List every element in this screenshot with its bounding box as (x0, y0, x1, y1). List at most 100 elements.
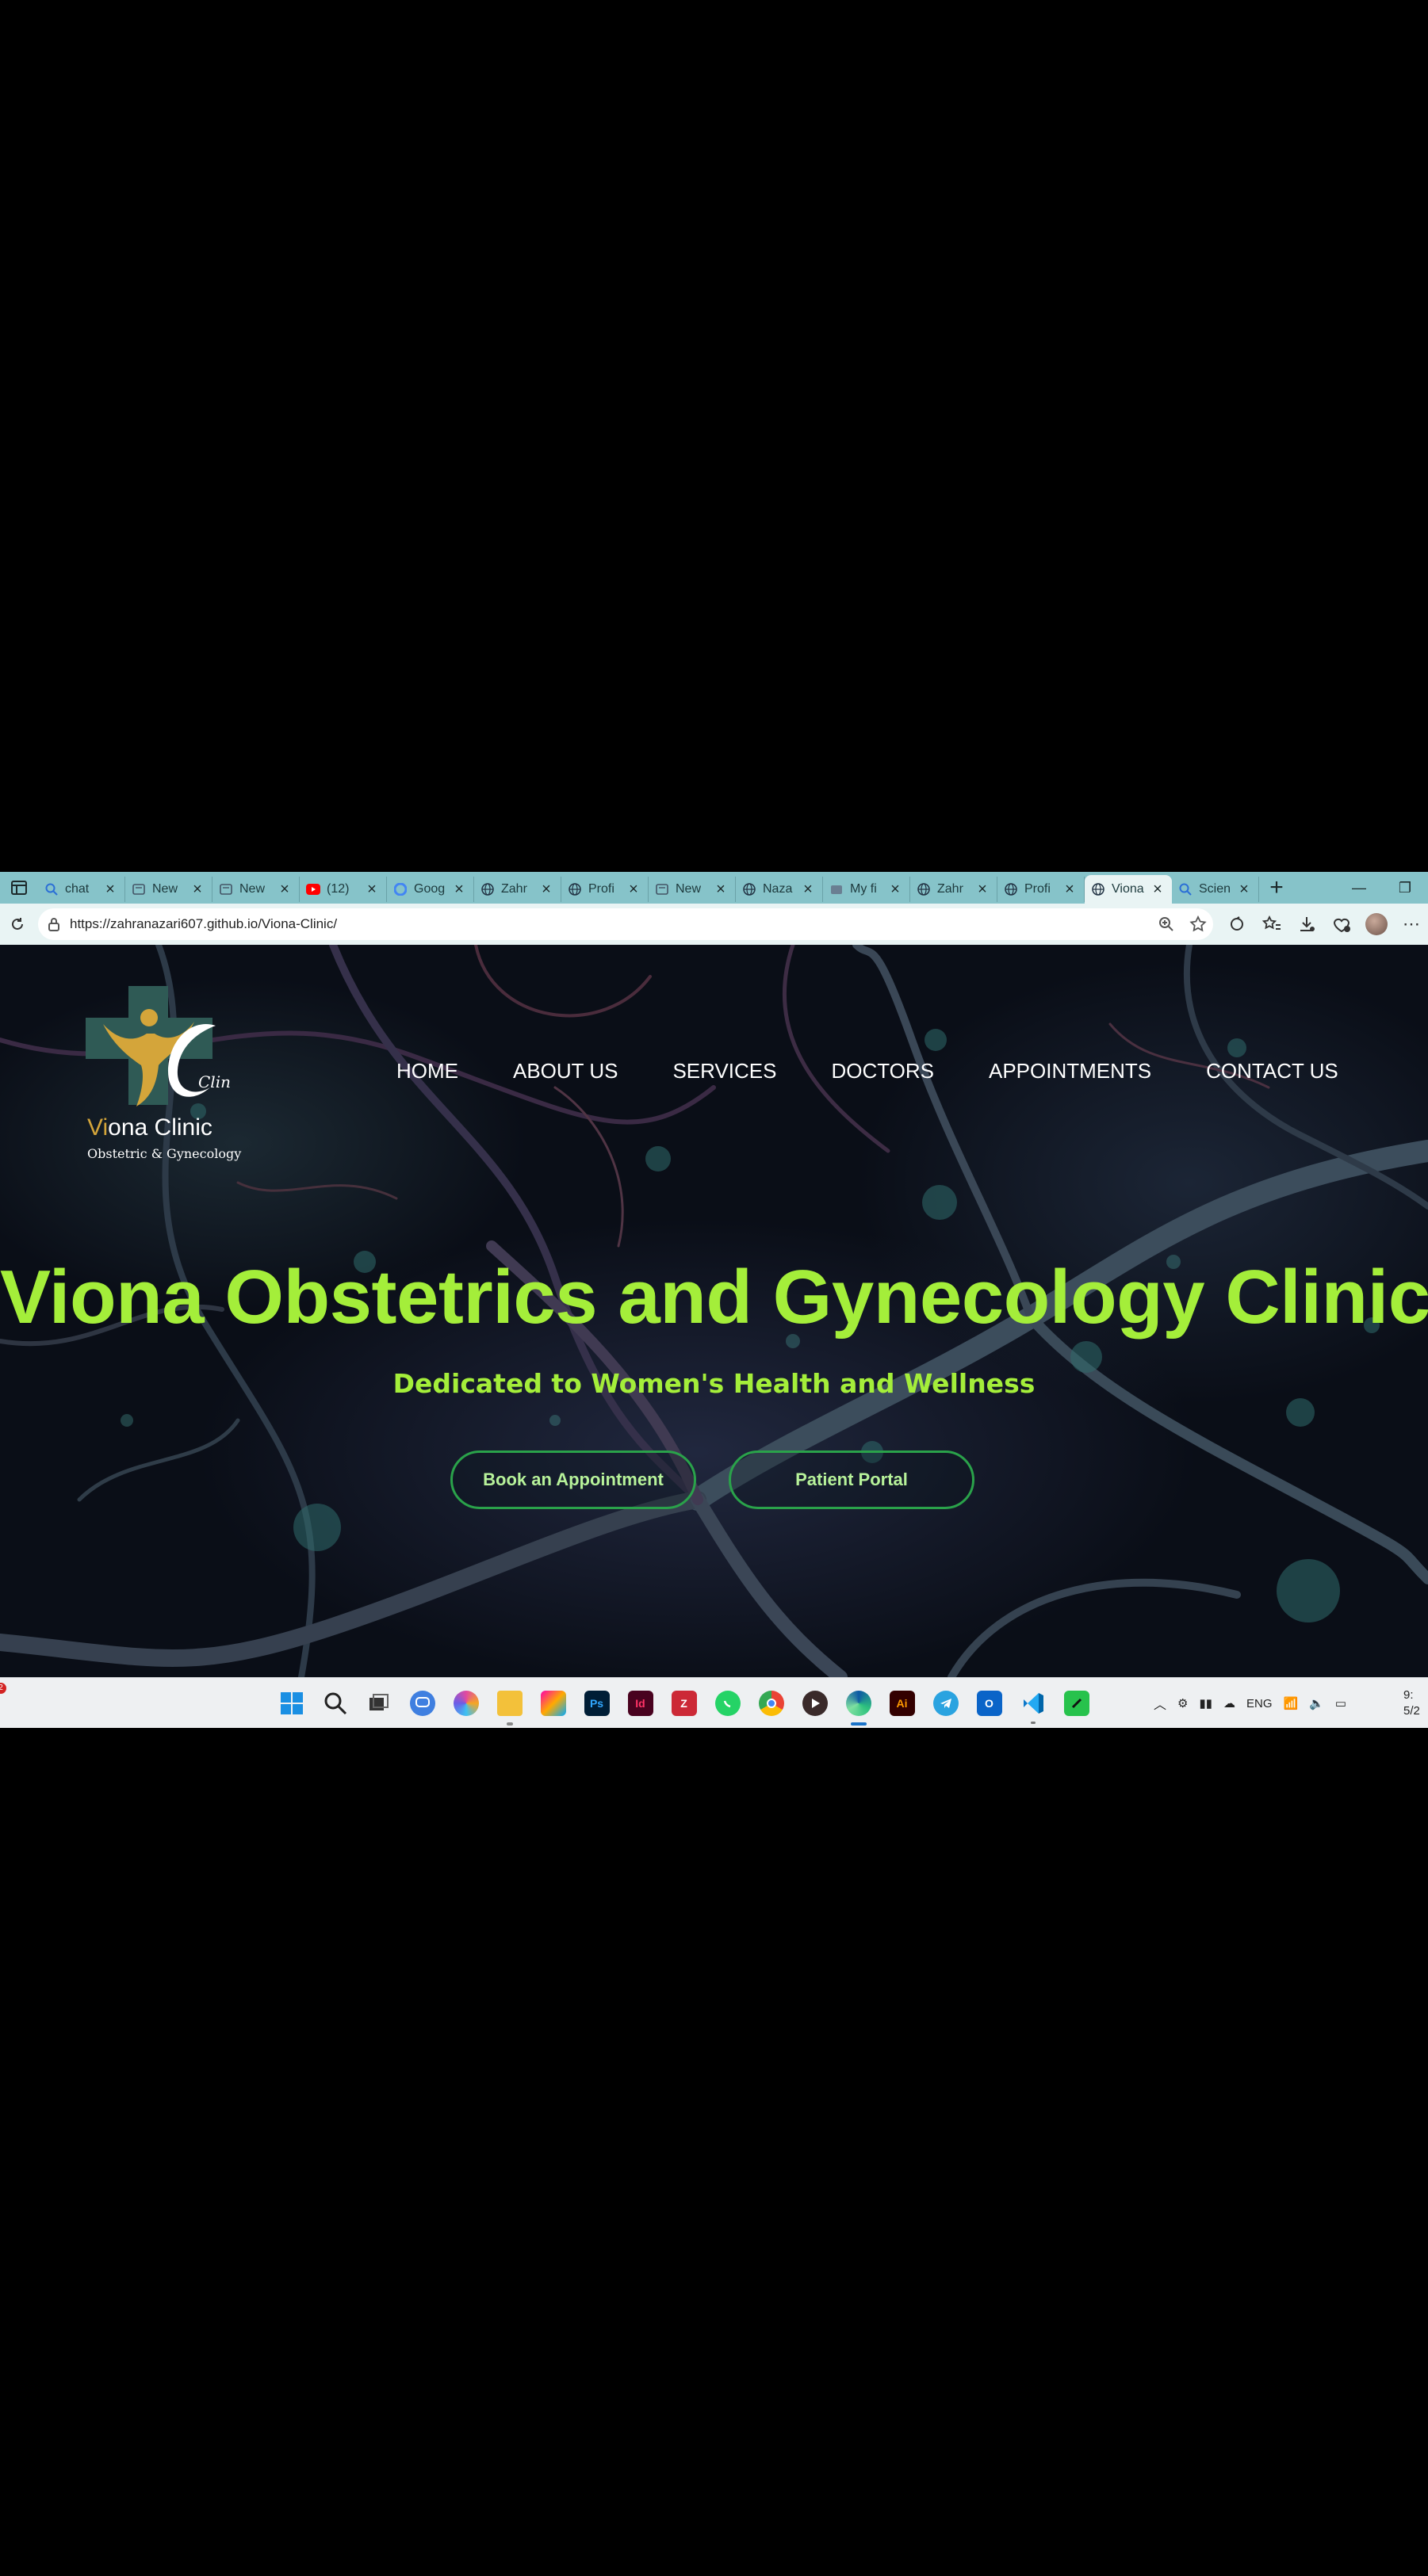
whatsapp-app[interactable] (706, 1678, 749, 1728)
close-tab-icon[interactable]: × (1150, 881, 1166, 899)
close-tab-icon[interactable]: × (800, 881, 816, 899)
audio-bars-icon[interactable]: ▮▮ (1199, 1696, 1212, 1710)
chevron-up-icon[interactable]: ︿ (1154, 1694, 1166, 1713)
task-view-button[interactable] (357, 1678, 400, 1728)
browser-tab[interactable]: Profi × (561, 877, 649, 902)
zotero-app[interactable]: Z (662, 1678, 706, 1728)
browser-tab[interactable]: Viona × (1085, 875, 1172, 904)
photoshop-icon: Ps (584, 1691, 610, 1716)
close-tab-icon[interactable]: × (974, 881, 990, 899)
close-tab-icon[interactable]: × (887, 881, 903, 899)
reload-icon (12, 918, 23, 930)
browser-tab[interactable]: Naza × (736, 877, 823, 902)
more-menu-button[interactable]: ⋯ (1399, 908, 1423, 940)
photos-app[interactable] (531, 1678, 575, 1728)
nav-contact-us[interactable]: CONTACT US (1206, 1059, 1338, 1084)
system-tray: ︿ ⚙ ▮▮ ☁ ENG 📶 🔈 ▭ (1154, 1678, 1346, 1728)
volume-icon[interactable]: 🔈 (1309, 1696, 1324, 1710)
battery-icon[interactable]: ▭ (1335, 1696, 1346, 1710)
chrome-app[interactable] (749, 1678, 793, 1728)
browser-tab[interactable]: My fi × (823, 877, 910, 902)
browser-tab[interactable]: Goog × (387, 877, 474, 902)
browser-toolbar: ⋯ (1225, 908, 1423, 940)
telegram-app[interactable] (924, 1678, 967, 1728)
green-app[interactable] (1055, 1678, 1098, 1728)
nav-home[interactable]: HOME (396, 1059, 458, 1084)
edge-app[interactable] (837, 1678, 880, 1728)
browser-tab[interactable]: Scien × (1172, 877, 1259, 902)
globe-icon (917, 882, 931, 896)
tab-actions-icon (11, 881, 27, 895)
page-icon (219, 882, 233, 896)
globe-icon (568, 882, 582, 896)
browser-tab[interactable]: New × (212, 877, 300, 902)
green-app-icon (1063, 1691, 1089, 1716)
close-tab-icon[interactable]: × (190, 881, 205, 899)
reload-button[interactable] (2, 908, 33, 940)
close-tab-icon[interactable]: × (1062, 881, 1078, 899)
book-appointment-button[interactable]: Book an Appointment (450, 1450, 696, 1509)
tab-title: Profi (588, 882, 614, 896)
close-tab-icon[interactable]: × (277, 881, 293, 899)
outlook-app[interactable]: O (967, 1678, 1011, 1728)
tab-title: (12) (327, 882, 350, 896)
zoom-icon[interactable] (1158, 915, 1175, 933)
close-tab-icon[interactable]: × (713, 881, 729, 899)
close-tab-icon[interactable]: × (102, 881, 118, 899)
vscode-app[interactable] (1011, 1678, 1055, 1728)
file-explorer-app[interactable] (488, 1678, 531, 1728)
language-indicator[interactable]: ENG (1246, 1697, 1273, 1710)
settings-sliders-icon[interactable]: ⚙ (1177, 1696, 1188, 1710)
browser-tab[interactable]: Profi × (997, 877, 1085, 902)
patient-portal-button[interactable]: Patient Portal (729, 1450, 974, 1509)
browser-tab[interactable]: (12) × (300, 877, 387, 902)
browser-tab[interactable]: Zahr × (474, 877, 561, 902)
search-icon (324, 1692, 346, 1715)
logo-mark-icon: Clinic (86, 986, 245, 1106)
close-tab-icon[interactable]: × (1236, 881, 1252, 899)
start-button[interactable] (270, 1678, 313, 1728)
browser-essentials-button[interactable] (1330, 908, 1353, 940)
copilot-app[interactable] (444, 1678, 488, 1728)
illustrator-app[interactable]: Ai (880, 1678, 924, 1728)
close-tab-icon[interactable]: × (538, 881, 554, 899)
indesign-app[interactable]: Id (618, 1678, 662, 1728)
running-app-indicator (1030, 1722, 1036, 1724)
cloud-icon[interactable]: ☁ (1223, 1696, 1235, 1710)
close-tab-icon[interactable]: × (626, 881, 641, 899)
media-player-app[interactable] (793, 1678, 837, 1728)
downloads-button[interactable] (1295, 908, 1319, 940)
svg-text:Clinic: Clinic (198, 1072, 230, 1091)
nav-doctors[interactable]: DOCTORS (831, 1059, 934, 1084)
favorites-button[interactable] (1260, 908, 1284, 940)
close-tab-icon[interactable]: × (451, 881, 467, 899)
close-tab-icon[interactable]: × (364, 881, 380, 899)
task-view-icon (369, 1694, 389, 1710)
wifi-icon[interactable]: 📶 (1284, 1696, 1299, 1710)
url-field[interactable]: https://zahranazari607.github.io/Viona-C… (38, 908, 1213, 940)
lock-icon (48, 918, 59, 931)
browser-tab[interactable]: New × (649, 877, 736, 902)
browser-tab[interactable]: New × (125, 877, 212, 902)
search-button[interactable] (313, 1678, 357, 1728)
minimize-button[interactable]: — (1336, 872, 1382, 904)
browser-tab[interactable]: Zahr × (910, 877, 997, 902)
chat-app[interactable] (400, 1678, 444, 1728)
url-text[interactable]: https://zahranazari607.github.io/Viona-C… (70, 916, 337, 932)
photoshop-app[interactable]: Ps (575, 1678, 618, 1728)
sync-button[interactable] (1225, 908, 1249, 940)
restore-button[interactable]: ❐ (1382, 872, 1428, 904)
clinic-logo[interactable]: Clinic Viona Clinic Obstetric & Gynecolo… (79, 986, 245, 1168)
tab-actions-button[interactable] (0, 872, 38, 904)
nav-appointments[interactable]: APPOINTMENTS (989, 1059, 1151, 1084)
favorite-star-icon[interactable] (1189, 915, 1207, 933)
tab-strip: chat × New × New × (12) × Goog × Zahr × Profi × New × Na… (38, 872, 1259, 904)
notification-badge[interactable]: 2 (0, 1683, 6, 1694)
clock[interactable]: 9: 5/2 (1403, 1687, 1420, 1719)
new-tab-button[interactable]: + (1259, 872, 1294, 904)
illustrator-icon: Ai (889, 1691, 915, 1716)
profile-button[interactable] (1365, 908, 1388, 940)
nav-about-us[interactable]: ABOUT US (513, 1059, 618, 1084)
nav-services[interactable]: SERVICES (672, 1059, 776, 1084)
browser-tab[interactable]: chat × (38, 877, 125, 902)
